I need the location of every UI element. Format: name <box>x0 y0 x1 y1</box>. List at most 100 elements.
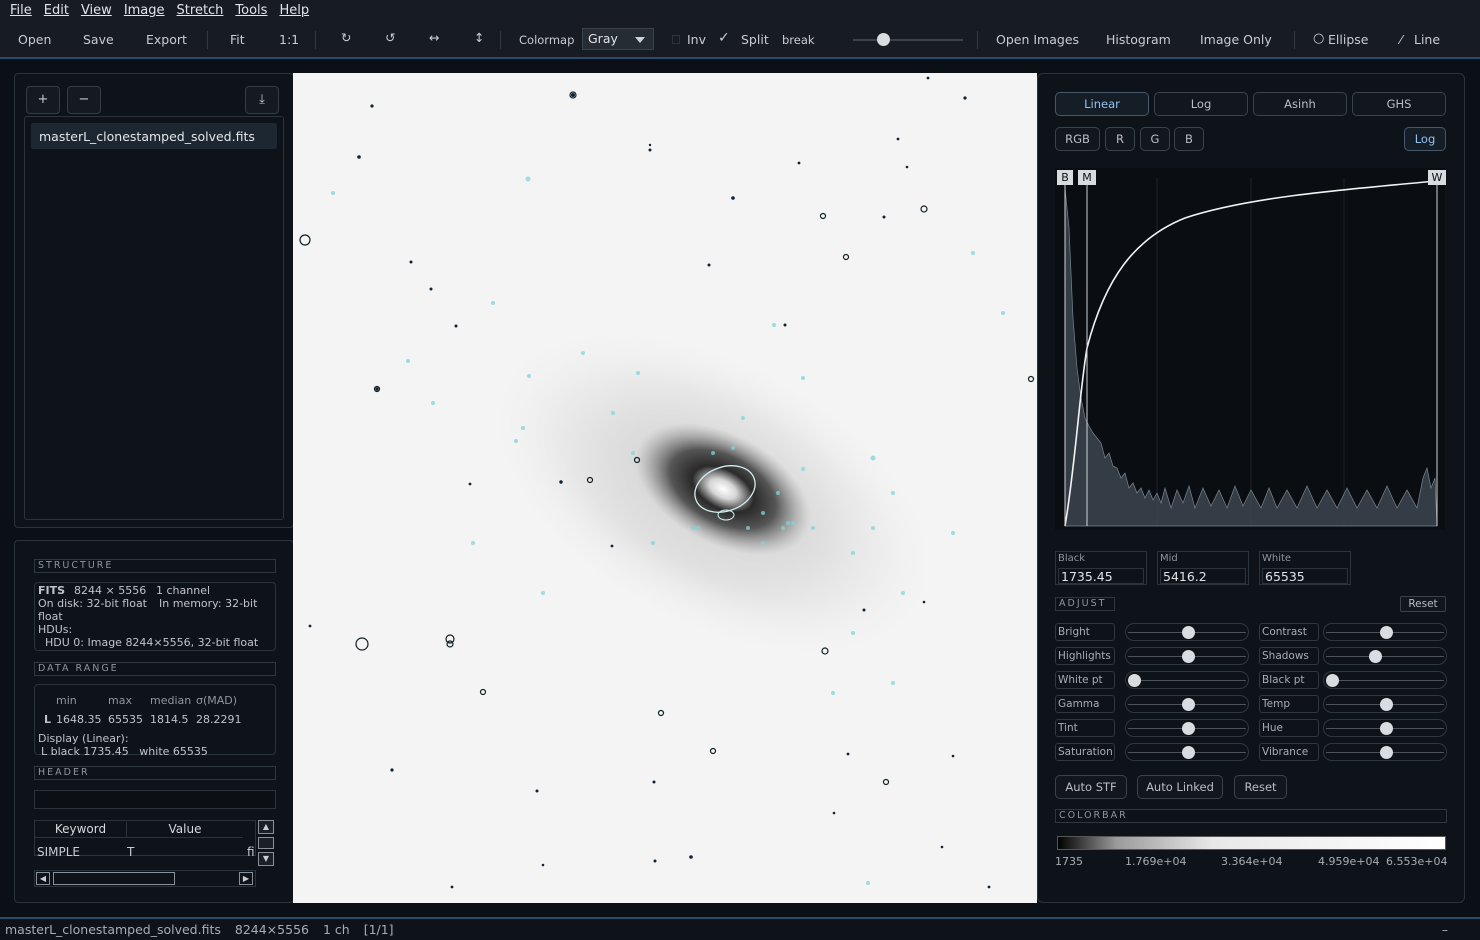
white-marker[interactable]: W <box>1428 170 1446 185</box>
black-marker[interactable]: B <box>1057 170 1073 185</box>
slider-knob[interactable] <box>1379 698 1393 711</box>
minimize-icon[interactable]: – <box>1442 922 1448 937</box>
adjust-slider[interactable] <box>1323 647 1447 665</box>
ellipse-tool[interactable]: Ellipse <box>1328 32 1368 47</box>
menu-tools[interactable]: Tools <box>235 3 267 18</box>
flip-horizontal-icon[interactable]: ↔ <box>429 30 439 45</box>
line-tool[interactable]: Line <box>1414 32 1440 47</box>
adjust-slider[interactable] <box>1323 695 1447 713</box>
slider-knob[interactable] <box>1326 674 1339 687</box>
menu-edit[interactable]: Edit <box>44 3 69 18</box>
scroll-thumb[interactable] <box>258 837 274 849</box>
mid-input[interactable]: 5416.2 <box>1160 568 1246 584</box>
slider-knob[interactable] <box>1181 698 1195 711</box>
break-slider[interactable] <box>853 33 963 46</box>
open-images-button[interactable]: Open Images <box>996 32 1079 47</box>
header-filter-input[interactable] <box>34 790 276 809</box>
adjust-slider[interactable] <box>1323 623 1447 641</box>
slider-knob[interactable] <box>1368 650 1382 663</box>
slider-track <box>1326 680 1444 681</box>
colormap-select[interactable]: Gray <box>582 28 654 50</box>
scroll-right-icon[interactable]: ▶ <box>239 872 253 885</box>
scroll-up-icon[interactable]: ▲ <box>258 820 274 834</box>
col-value[interactable]: Value <box>127 822 243 838</box>
adjust-slider[interactable] <box>1125 719 1249 737</box>
header-vertical-scrollbar[interactable]: ▲ ▼ <box>258 820 274 868</box>
scroll-down-icon[interactable]: ▼ <box>258 852 274 866</box>
slider-knob[interactable] <box>1379 722 1393 735</box>
line-icon[interactable]: ⁄ <box>1400 32 1402 47</box>
inv-checkbox[interactable] <box>672 35 680 44</box>
slider-knob[interactable] <box>1181 650 1195 663</box>
slider-knob[interactable] <box>1181 626 1195 639</box>
scroll-thumb[interactable] <box>53 872 175 885</box>
adjust-slider[interactable] <box>1125 671 1249 689</box>
galaxy-image[interactable] <box>293 73 1037 903</box>
fit-button[interactable]: Fit <box>230 32 245 47</box>
channel-g-button[interactable]: G <box>1140 127 1170 151</box>
adjust-slider[interactable] <box>1323 743 1447 761</box>
channel-r-button[interactable]: R <box>1105 127 1135 151</box>
menu-stretch[interactable]: Stretch <box>177 3 224 18</box>
col-min: min <box>56 694 77 707</box>
adjust-slider[interactable] <box>1323 719 1447 737</box>
mode-asinh-button[interactable]: Asinh <box>1253 92 1347 116</box>
split-check-icon[interactable]: ✓ <box>718 30 730 46</box>
adjust-reset-button[interactable]: Reset <box>1400 596 1446 612</box>
mode-log-button[interactable]: Log <box>1154 92 1248 116</box>
reset-button[interactable]: Reset <box>1234 775 1287 799</box>
adjust-slider[interactable] <box>1125 647 1249 665</box>
histogram-button[interactable]: Histogram <box>1106 32 1171 47</box>
auto-stf-button[interactable]: Auto STF <box>1055 775 1127 799</box>
header-horizontal-scrollbar[interactable]: ◀ ▶ <box>34 870 256 887</box>
split-label: Split <box>741 32 769 47</box>
channel-b-button[interactable]: B <box>1174 127 1204 151</box>
colormap-value: Gray <box>588 31 618 46</box>
histogram-plot[interactable]: B M W <box>1055 168 1446 530</box>
scroll-left-icon[interactable]: ◀ <box>36 872 50 885</box>
slider-knob[interactable] <box>1181 722 1195 735</box>
adjust-label: Bright <box>1055 623 1115 641</box>
slider-knob[interactable] <box>1181 746 1195 759</box>
rotate-ccw-icon[interactable]: ↺ <box>385 30 395 45</box>
adjust-slider[interactable] <box>1125 623 1249 641</box>
mode-linear-button[interactable]: Linear <box>1055 92 1149 116</box>
data-range-box: min max median σ(MAD) L 1648.35 65535 18… <box>34 684 276 758</box>
auto-linked-button[interactable]: Auto Linked <box>1137 775 1223 799</box>
slider-knob[interactable] <box>877 33 890 46</box>
adjust-slider[interactable] <box>1125 743 1249 761</box>
one-to-one-button[interactable]: 1:1 <box>279 32 299 47</box>
slider-knob[interactable] <box>1379 626 1393 639</box>
colorbar-tick: 6.553e+04 <box>1386 855 1448 868</box>
white-input[interactable]: 65535 <box>1262 568 1348 584</box>
header-comment: fi <box>247 845 255 859</box>
save-button[interactable]: Save <box>83 32 114 47</box>
export-button[interactable]: Export <box>146 32 187 47</box>
toolbar-divider <box>207 31 208 49</box>
mid-marker[interactable]: M <box>1078 170 1096 185</box>
file-list-item[interactable]: masterL_clonestamped_solved.fits <box>31 123 277 149</box>
add-file-button[interactable]: + <box>26 86 60 114</box>
col-keyword[interactable]: Keyword <box>35 822 127 838</box>
black-input[interactable]: 1735.45 <box>1058 568 1144 584</box>
mode-ghs-button[interactable]: GHS <box>1352 92 1446 116</box>
ellipse-icon[interactable]: ○ <box>1313 31 1324 46</box>
hist-log-button[interactable]: Log <box>1404 127 1446 151</box>
slider-knob[interactable] <box>1128 674 1141 687</box>
slider-knob[interactable] <box>1379 746 1393 759</box>
menu-view[interactable]: View <box>81 3 112 18</box>
menu-file[interactable]: File <box>10 3 32 18</box>
image-only-button[interactable]: Image Only <box>1200 32 1272 47</box>
flip-vertical-icon[interactable]: ↕ <box>474 30 484 45</box>
open-button[interactable]: Open <box>18 32 51 47</box>
rotate-cw-icon[interactable]: ↻ <box>341 30 351 45</box>
menu-image[interactable]: Image <box>124 3 165 18</box>
channel-rgb-button[interactable]: RGB <box>1055 127 1100 151</box>
download-icon[interactable]: ⤓ <box>245 86 279 114</box>
menu-help[interactable]: Help <box>279 3 309 18</box>
remove-file-button[interactable]: − <box>67 86 101 114</box>
adjust-slider[interactable] <box>1125 695 1249 713</box>
adjust-heading: ADJUST <box>1055 597 1115 611</box>
image-viewer[interactable] <box>293 73 1037 903</box>
adjust-slider[interactable] <box>1323 671 1447 689</box>
